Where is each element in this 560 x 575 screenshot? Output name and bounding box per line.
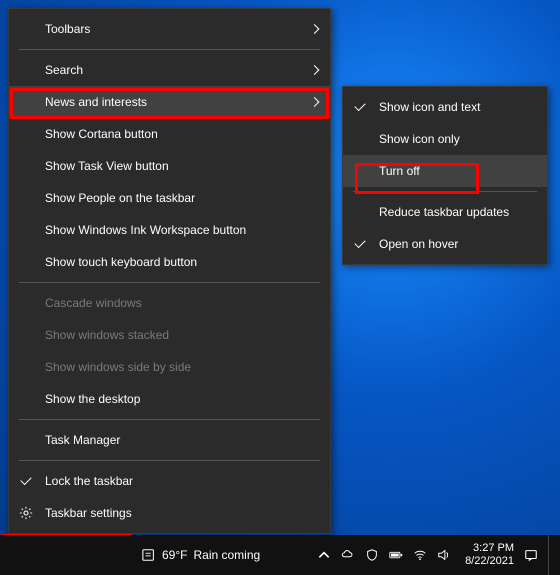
tray-chevron-icon[interactable] <box>317 548 331 562</box>
menu-label: Show People on the taskbar <box>45 191 195 205</box>
chevron-right-icon <box>310 24 320 34</box>
checkmark-icon <box>354 100 365 111</box>
weather-text: Rain coming <box>193 548 260 562</box>
taskbar-clock[interactable]: 3:27 PM 8/22/2021 <box>465 542 514 568</box>
menu-item-news-interests[interactable]: News and interests <box>9 86 330 118</box>
show-desktop-button[interactable] <box>548 535 554 575</box>
chevron-right-icon <box>310 65 320 75</box>
menu-item-ink[interactable]: Show Windows Ink Workspace button <box>9 214 330 246</box>
volume-icon[interactable] <box>437 548 451 562</box>
clock-time: 3:27 PM <box>465 542 514 555</box>
taskbar-context-menu: Toolbars Search News and interests Show … <box>8 8 331 534</box>
menu-item-taskbar-settings[interactable]: Taskbar settings <box>9 497 330 529</box>
menu-item-cortana[interactable]: Show Cortana button <box>9 118 330 150</box>
menu-label: Lock the taskbar <box>45 474 133 488</box>
gear-icon <box>19 506 33 520</box>
news-interests-submenu: Show icon and text Show icon only Turn o… <box>342 86 548 265</box>
menu-label: Cascade windows <box>45 296 142 310</box>
menu-item-showdesktop[interactable]: Show the desktop <box>9 383 330 415</box>
chevron-right-icon <box>310 97 320 107</box>
menu-label: Show windows side by side <box>45 360 191 374</box>
menu-item-lock-taskbar[interactable]: Lock the taskbar <box>9 465 330 497</box>
checkmark-icon <box>20 474 31 485</box>
menu-label: Show Cortana button <box>45 127 158 141</box>
menu-label: News and interests <box>45 95 147 109</box>
notifications-icon[interactable] <box>524 548 538 562</box>
wifi-icon[interactable] <box>413 548 427 562</box>
menu-label: Open on hover <box>379 237 458 251</box>
submenu-item-turn-off[interactable]: Turn off <box>343 155 547 187</box>
menu-label: Reduce taskbar updates <box>379 205 509 219</box>
checkmark-icon <box>354 237 365 248</box>
submenu-item-open-hover[interactable]: Open on hover <box>343 228 547 260</box>
menu-item-people[interactable]: Show People on the taskbar <box>9 182 330 214</box>
submenu-item-reduce-updates[interactable]: Reduce taskbar updates <box>343 196 547 228</box>
news-icon <box>142 548 156 562</box>
submenu-item-icon-only[interactable]: Show icon only <box>343 123 547 155</box>
menu-separator <box>353 191 537 192</box>
menu-item-taskview[interactable]: Show Task View button <box>9 150 330 182</box>
menu-separator <box>19 419 320 420</box>
menu-label: Show windows stacked <box>45 328 169 342</box>
submenu-item-icon-text[interactable]: Show icon and text <box>343 91 547 123</box>
onedrive-icon[interactable] <box>341 548 355 562</box>
menu-label: Toolbars <box>45 22 90 36</box>
menu-separator <box>19 282 320 283</box>
menu-item-cascade: Cascade windows <box>9 287 330 319</box>
weather-widget[interactable]: 69°F Rain coming <box>142 548 260 562</box>
menu-label: Search <box>45 63 83 77</box>
security-icon[interactable] <box>365 548 379 562</box>
menu-label: Show Task View button <box>45 159 169 173</box>
menu-label: Show the desktop <box>45 392 140 406</box>
battery-icon[interactable] <box>389 548 403 562</box>
taskbar[interactable]: 69°F Rain coming 3:27 PM 8/22/2021 <box>0 535 560 575</box>
menu-item-sidebyside: Show windows side by side <box>9 351 330 383</box>
system-tray: 3:27 PM 8/22/2021 <box>317 535 560 575</box>
menu-label: Show icon only <box>379 132 460 146</box>
menu-label: Show Windows Ink Workspace button <box>45 223 246 237</box>
menu-separator <box>19 460 320 461</box>
menu-item-toolbars[interactable]: Toolbars <box>9 13 330 45</box>
menu-label: Show touch keyboard button <box>45 255 197 269</box>
menu-item-search[interactable]: Search <box>9 54 330 86</box>
menu-label: Taskbar settings <box>45 506 132 520</box>
menu-item-touchkeyboard[interactable]: Show touch keyboard button <box>9 246 330 278</box>
menu-label: Turn off <box>379 164 420 178</box>
weather-temp: 69°F <box>162 548 187 562</box>
menu-item-stacked: Show windows stacked <box>9 319 330 351</box>
menu-label: Show icon and text <box>379 100 480 114</box>
menu-item-taskmanager[interactable]: Task Manager <box>9 424 330 456</box>
menu-separator <box>19 49 320 50</box>
menu-label: Task Manager <box>45 433 120 447</box>
clock-date: 8/22/2021 <box>465 555 514 568</box>
